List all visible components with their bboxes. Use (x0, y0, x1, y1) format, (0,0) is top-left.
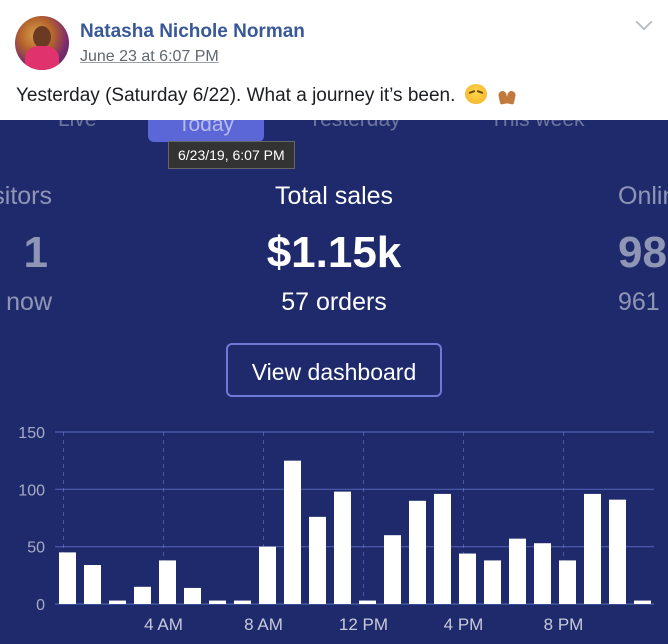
chart-bar (234, 600, 251, 604)
y-tick-label: 50 (27, 540, 45, 557)
chart-bar (209, 600, 226, 604)
x-tick-label: 4 AM (144, 615, 183, 634)
y-tick-label: 0 (36, 597, 45, 614)
chart-bar (409, 500, 426, 604)
chart-bar (259, 546, 276, 604)
raised-hands-emoji (496, 84, 518, 105)
chart-bar (634, 600, 651, 604)
chart-bar (284, 460, 301, 604)
post-timestamp[interactable]: June 23 at 6:07 PM (80, 48, 219, 66)
post-author[interactable]: Natasha Nichole Norman (80, 21, 305, 43)
chart-bar (459, 553, 476, 604)
y-tick-label: 100 (18, 482, 45, 499)
chart-bar (84, 565, 101, 604)
chart-bar (584, 493, 601, 604)
x-tick-label: 4 PM (444, 615, 484, 634)
avatar-body (25, 46, 59, 70)
hourly-sales-chart: 150 100 50 0 4 AM 8 AM 12 PM 4 PM 8 PM (18, 425, 654, 634)
avatar-face (33, 26, 51, 48)
chart-bar (534, 543, 551, 604)
post-text-content: Yesterday (Saturday 6/22). What a journe… (16, 85, 456, 106)
chart-bar (609, 499, 626, 604)
chart-bar (434, 493, 451, 604)
chart-bar (184, 587, 201, 604)
chart-bar (109, 600, 126, 604)
x-tick-label: 12 PM (339, 615, 388, 634)
chart-bar (59, 552, 76, 604)
y-tick-label: 150 (18, 425, 45, 442)
shared-screenshot[interactable]: Live Today Yesterday This week 6/23/19, … (0, 120, 668, 644)
post-text: Yesterday (Saturday 6/22). What a journe… (16, 84, 518, 107)
chart-bar (559, 560, 576, 604)
x-tick-label: 8 AM (244, 615, 283, 634)
weary-face-emoji (464, 84, 487, 104)
chart-bar (509, 538, 526, 604)
chart-bar (484, 560, 501, 604)
chart-bar (334, 491, 351, 604)
chart-bar (384, 535, 401, 604)
post-header: Natasha Nichole Norman June 23 at 6:07 P… (0, 0, 668, 120)
x-tick-label: 8 PM (544, 615, 584, 634)
chevron-down-icon[interactable] (635, 13, 653, 31)
chart-bar (309, 516, 326, 604)
chart-bar (359, 600, 376, 604)
chart-bar (134, 586, 151, 604)
chart-bar (159, 560, 176, 604)
avatar[interactable] (15, 16, 69, 70)
